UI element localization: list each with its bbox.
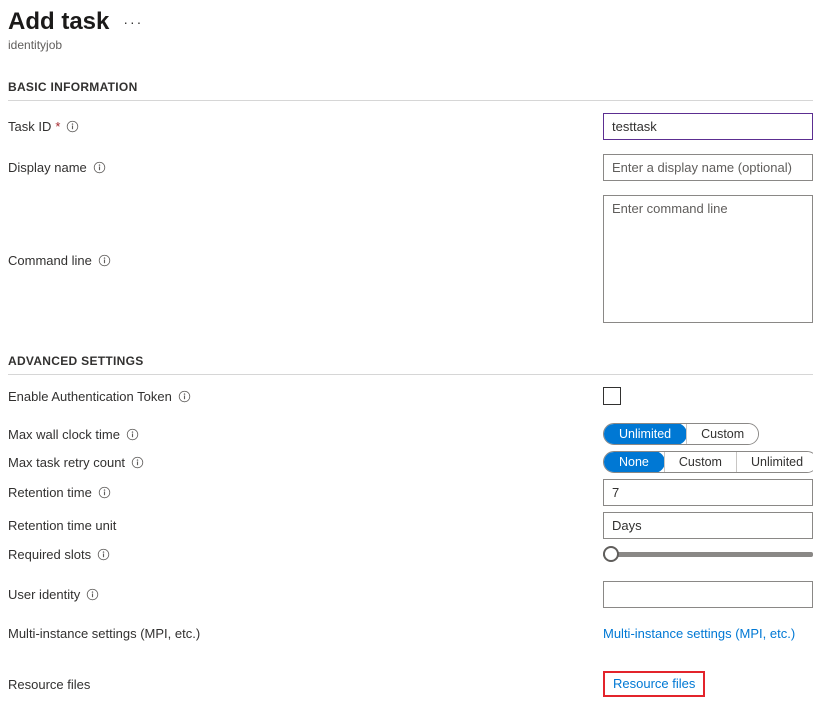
more-icon[interactable]: ··· [123,14,143,30]
slider-thumb[interactable] [603,546,619,562]
required-slots-slider[interactable] [603,545,813,563]
user-identity-label: User identity [8,587,80,602]
max-retry-toggle: None Custom Unlimited [603,451,813,473]
max-retry-label: Max task retry count [8,455,125,470]
resource-files-highlight: Resource files [603,671,705,697]
info-icon[interactable] [131,456,144,469]
auth-token-checkbox[interactable] [603,387,621,405]
task-id-input[interactable] [603,113,813,140]
info-icon[interactable] [93,161,106,174]
retention-unit-label: Retention time unit [8,518,116,533]
command-line-input[interactable] [603,195,813,323]
retention-time-input[interactable] [603,479,813,506]
required-mark: * [55,119,60,134]
pill-unlimited[interactable]: Unlimited [603,423,687,445]
breadcrumb-subtitle: identityjob [8,38,813,52]
page-title: Add task [8,8,109,36]
user-identity-input[interactable] [603,581,813,608]
display-name-label: Display name [8,160,87,175]
auth-token-label: Enable Authentication Token [8,389,172,404]
pill-custom[interactable]: Custom [664,452,736,472]
info-icon[interactable] [97,548,110,561]
pill-custom[interactable]: Custom [686,424,758,444]
info-icon[interactable] [86,588,99,601]
required-slots-label: Required slots [8,547,91,562]
info-icon[interactable] [98,486,111,499]
resource-files-label: Resource files [8,677,90,692]
multi-instance-label: Multi-instance settings (MPI, etc.) [8,626,200,641]
command-line-label: Command line [8,253,92,268]
info-icon[interactable] [98,254,111,267]
info-icon[interactable] [126,428,139,441]
page-header: Add task ··· identityjob [8,8,813,52]
section-basic-header: BASIC INFORMATION [8,80,813,101]
info-icon[interactable] [178,390,191,403]
max-wall-clock-toggle: Unlimited Custom [603,423,759,445]
section-advanced-header: ADVANCED SETTINGS [8,354,813,375]
resource-files-link[interactable]: Resource files [613,676,695,691]
display-name-input[interactable] [603,154,813,181]
pill-unlimited[interactable]: Unlimited [736,452,813,472]
pill-none[interactable]: None [603,451,665,473]
task-id-label: Task ID [8,119,51,134]
retention-unit-input[interactable] [603,512,813,539]
multi-instance-link[interactable]: Multi-instance settings (MPI, etc.) [603,626,795,641]
retention-time-label: Retention time [8,485,92,500]
max-wall-clock-label: Max wall clock time [8,427,120,442]
info-icon[interactable] [66,120,79,133]
